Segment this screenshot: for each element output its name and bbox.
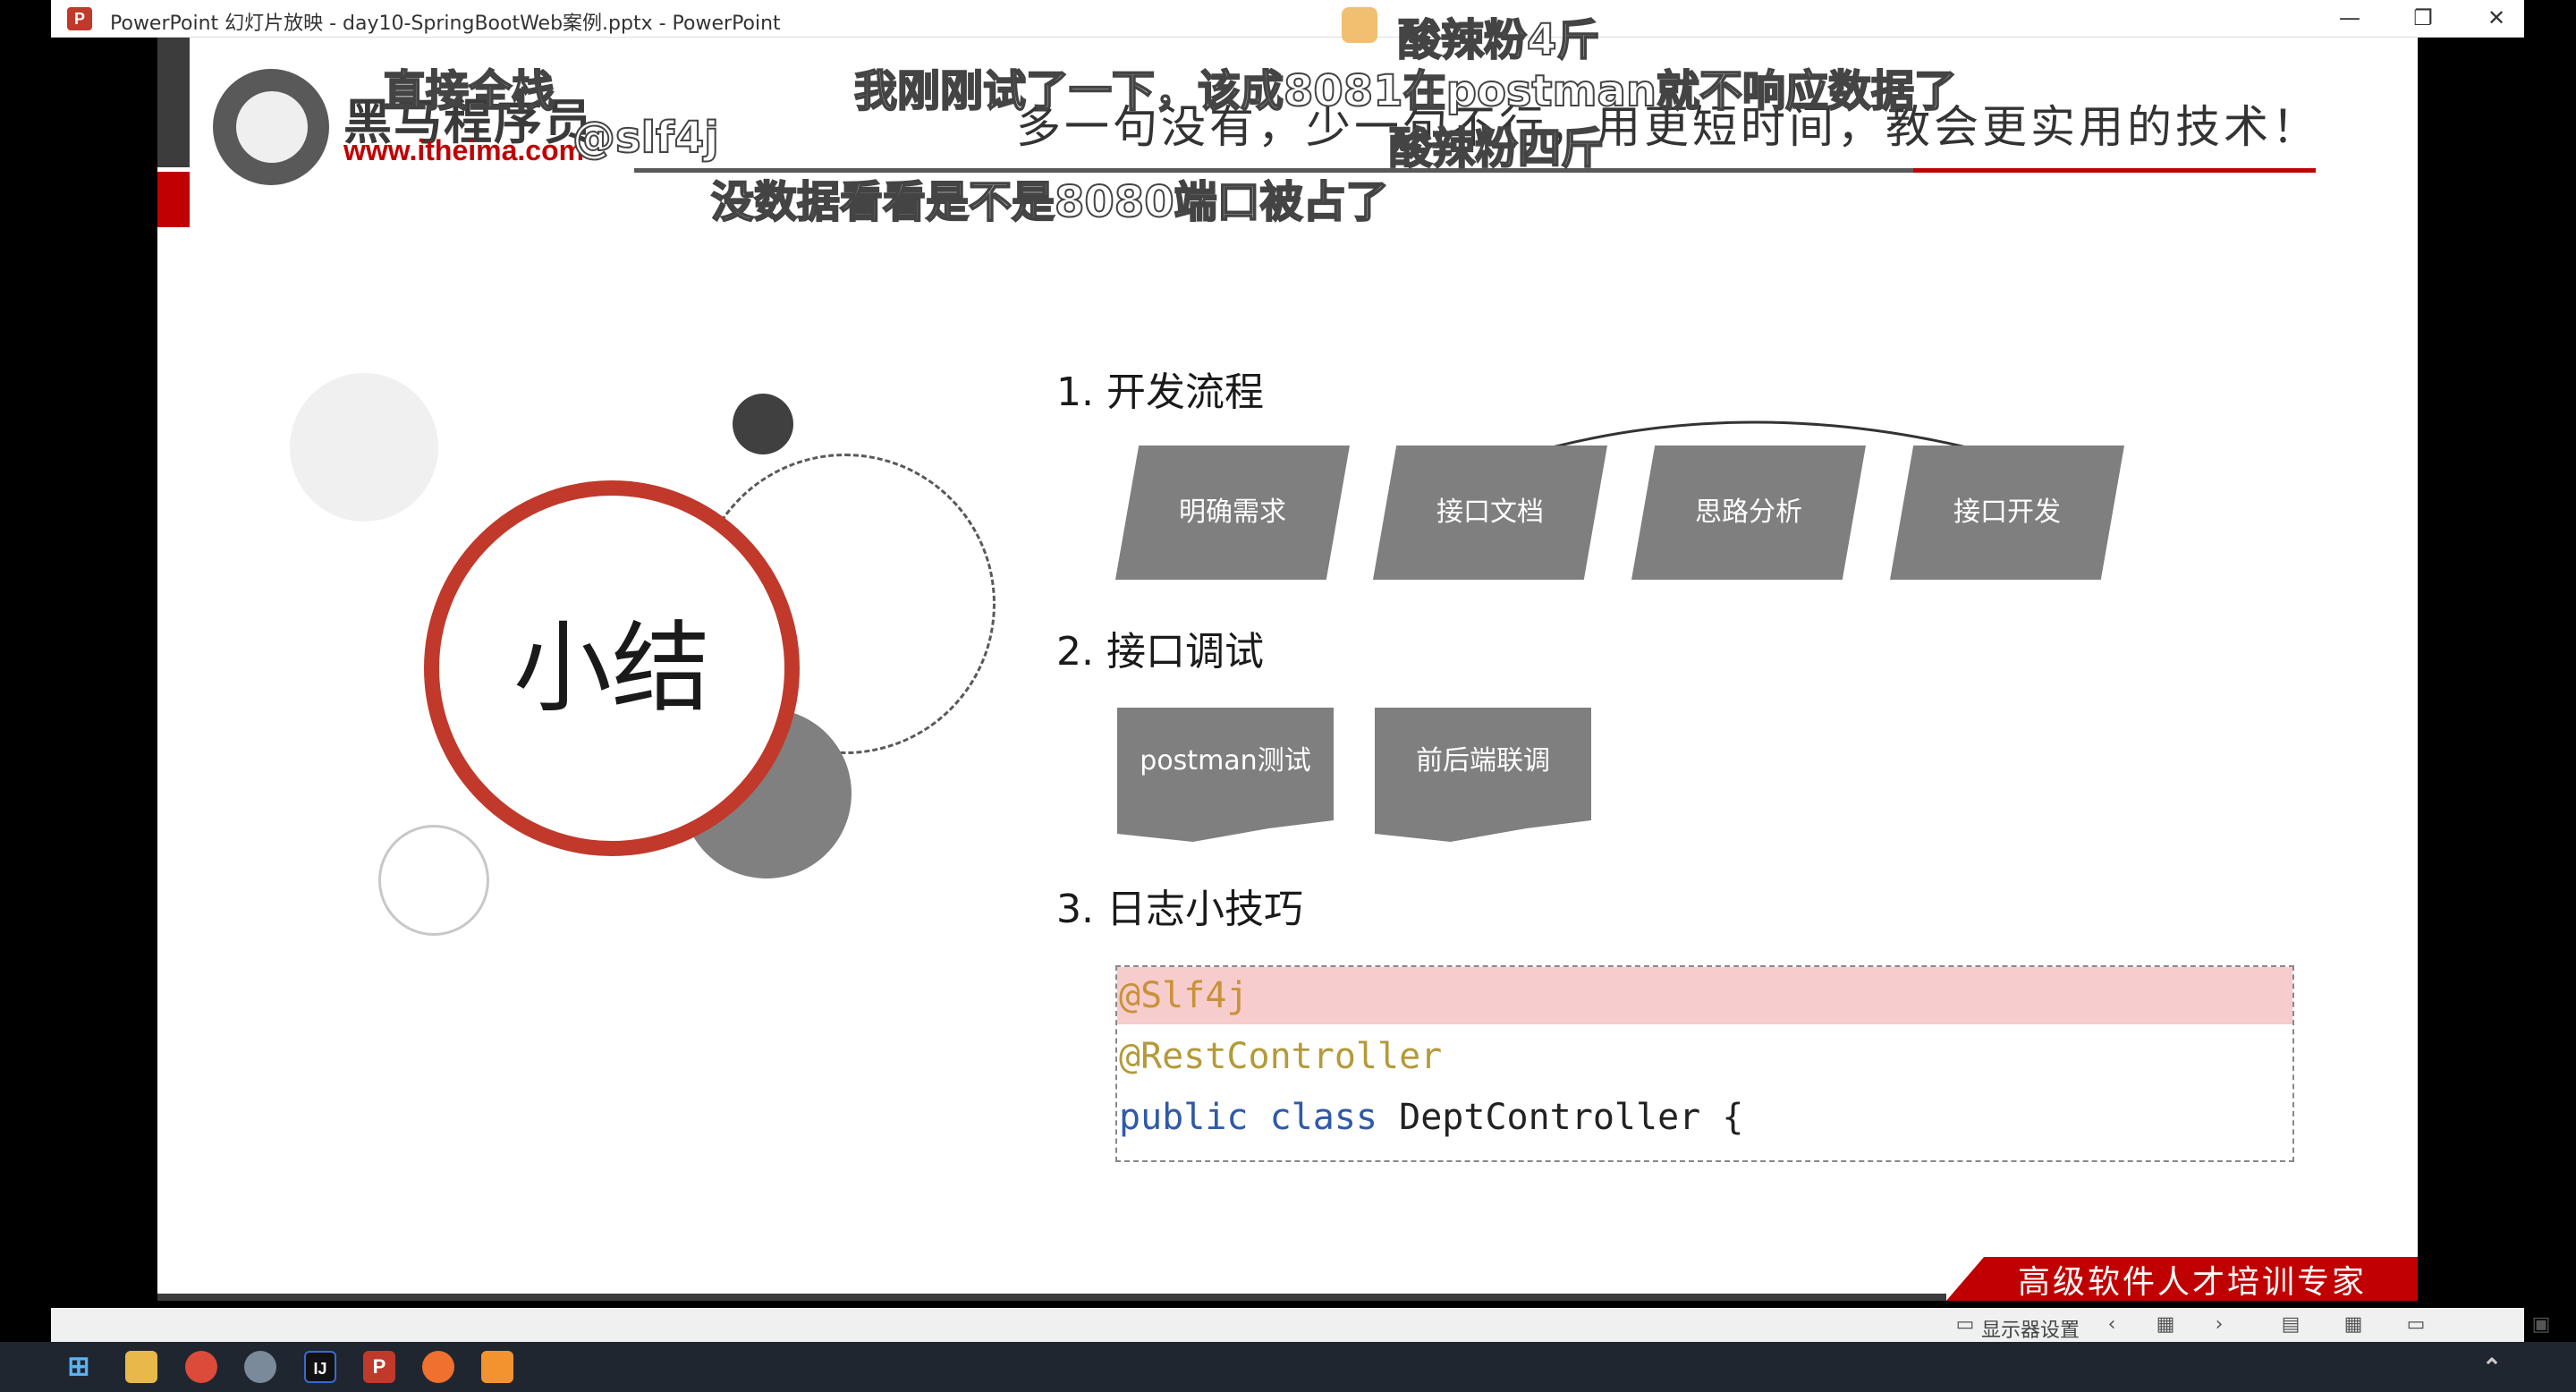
- section-2-title: 2. 接口调试: [1056, 629, 1264, 675]
- flow-step-2: 接口文档: [1373, 446, 1607, 580]
- chrome-icon[interactable]: [185, 1351, 217, 1383]
- danmaku-comment: 直接全栈: [382, 65, 555, 117]
- screen: P PowerPoint 幻灯片放映 - day10-SpringBootWeb…: [0, 0, 2576, 1392]
- app-icon[interactable]: [244, 1351, 276, 1383]
- powerpoint-icon: P: [67, 7, 92, 30]
- debug-card-label: 前后端联调: [1416, 745, 1550, 777]
- grid-view-icon[interactable]: ▦: [2153, 1313, 2178, 1337]
- debug-card-postman: postman测试: [1117, 708, 1334, 842]
- code-class-name: DeptController {: [1399, 1097, 1744, 1138]
- slide-sorter-icon[interactable]: ▦: [2341, 1313, 2366, 1337]
- flow-step-3: 思路分析: [1631, 446, 1866, 580]
- slideshow-icon[interactable]: ▣: [2529, 1313, 2554, 1337]
- intellij-icon[interactable]: IJ: [304, 1351, 336, 1383]
- close-button[interactable]: ✕: [2460, 0, 2533, 38]
- decor-circle-dark-dot: [733, 394, 793, 454]
- restore-button[interactable]: ❐: [2386, 0, 2460, 38]
- decor-circle-light: [290, 373, 438, 522]
- file-explorer-icon[interactable]: [125, 1351, 157, 1383]
- logo-url: www.itheima.com: [343, 134, 585, 166]
- danmaku-comment: 酸辣粉四斤: [1388, 123, 1605, 174]
- logo-horse-inner: [236, 91, 308, 163]
- windows-taskbar: ⊞ IJ P ⌃: [0, 1342, 2576, 1392]
- minimize-button[interactable]: —: [2313, 0, 2386, 38]
- display-settings-button[interactable]: 显示器设置: [1981, 1314, 2080, 1343]
- sublime-icon[interactable]: [481, 1351, 513, 1383]
- code-line-class: public class DeptController {: [1117, 1089, 2292, 1146]
- danmaku-comment: @slf4j: [572, 112, 720, 164]
- display-settings-icon[interactable]: ▭: [1953, 1313, 1978, 1337]
- window-title: PowerPoint 幻灯片放映 - day10-SpringBootWeb案例…: [110, 13, 781, 35]
- start-windows-icon[interactable]: ⊞: [63, 1351, 95, 1383]
- thumbs-up-icon: [1342, 7, 1377, 43]
- slide-left-strip-gray: [157, 38, 190, 167]
- powerpoint-taskbar-icon[interactable]: P: [363, 1351, 395, 1383]
- chevron-up-icon[interactable]: ⌃: [2476, 1351, 2508, 1383]
- prev-slide-icon[interactable]: ‹: [2099, 1313, 2124, 1337]
- footer-text: 高级软件人才培训专家: [2018, 1264, 2368, 1301]
- next-slide-icon[interactable]: ›: [2207, 1313, 2232, 1337]
- window-titlebar: P PowerPoint 幻灯片放映 - day10-SpringBootWeb…: [51, 0, 2524, 38]
- flow-step-1: 明确需求: [1115, 446, 1350, 580]
- code-line-slf4j: @Slf4j: [1117, 967, 2292, 1024]
- flow-step-label: 接口开发: [1953, 497, 2061, 528]
- header-rule-red: [1913, 168, 2316, 173]
- summary-title: 小结: [513, 611, 710, 726]
- flow-step-label: 接口文档: [1436, 497, 1544, 528]
- code-keyword-public: public: [1119, 1097, 1249, 1138]
- footer-rule: [157, 1294, 1946, 1301]
- section-1-title: 1. 开发流程: [1056, 369, 1264, 415]
- danmaku-comment: 没数据看看是不是8080端口被占了: [710, 176, 1390, 228]
- flow-step-label: 思路分析: [1695, 497, 1802, 528]
- slide-left-strip-red: [157, 172, 190, 227]
- flow-step-4: 接口开发: [1890, 446, 2124, 580]
- debug-card-frontend: 前后端联调: [1375, 708, 1591, 842]
- flow-step-label: 明确需求: [1179, 497, 1286, 528]
- section-3-title: 3. 日志小技巧: [1056, 887, 1303, 932]
- debug-card-label: postman测试: [1140, 745, 1311, 777]
- code-snippet: @Slf4j @RestController public class Dept…: [1115, 965, 2294, 1162]
- code-line-restcontroller: @RestController: [1119, 1036, 1443, 1077]
- code-keyword-class: class: [1269, 1097, 1378, 1138]
- slideshow-statusbar: ▭ 显示器设置 ‹ ▦ › ▤ ▦ ▭ ▣: [51, 1308, 2550, 1343]
- postman-icon[interactable]: [422, 1351, 454, 1383]
- normal-view-icon[interactable]: ▤: [2278, 1313, 2303, 1337]
- reading-view-icon[interactable]: ▭: [2403, 1313, 2428, 1337]
- danmaku-comment: 我刚刚试了一下，该成8081在postman就不响应数据了: [853, 65, 1958, 117]
